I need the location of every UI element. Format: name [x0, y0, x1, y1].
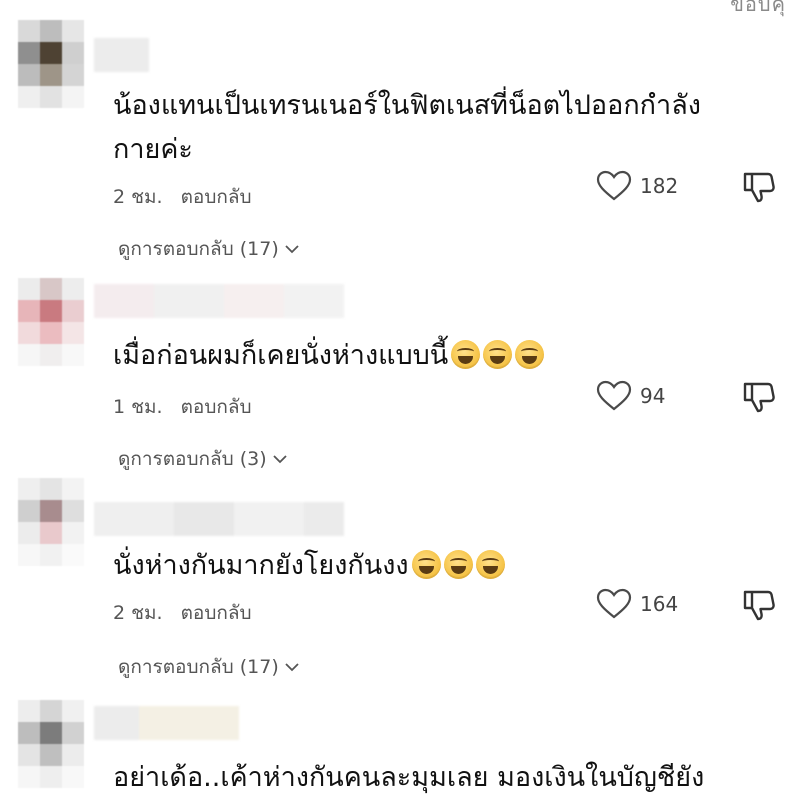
- avatar[interactable]: [18, 478, 84, 566]
- laughing-emoji-icon: [475, 550, 505, 579]
- comment-text: น้องแทนเป็นเทรนเนอร์ในฟิตเนสที่น็อตไปออก…: [113, 90, 701, 165]
- username-blurred[interactable]: [94, 284, 344, 318]
- like-button[interactable]: 164: [596, 588, 678, 620]
- truncated-header-text: ขอบคุ: [730, 0, 786, 16]
- view-replies-button[interactable]: ดูการตอบกลับ (3): [118, 444, 287, 474]
- comment-meta: 2 ชม. ตอบกลับ: [113, 598, 252, 628]
- reply-button[interactable]: ตอบกลับ: [181, 392, 252, 422]
- dislike-icon[interactable]: [742, 588, 776, 622]
- avatar[interactable]: [18, 20, 84, 108]
- timestamp: 1 ชม.: [113, 396, 163, 418]
- laughing-emoji-icon: [483, 340, 513, 369]
- comment-meta: 2 ชม. ตอบกลับ: [113, 182, 252, 212]
- comment-meta: 1 ชม. ตอบกลับ: [113, 392, 252, 422]
- heart-icon: [596, 588, 632, 619]
- comment-text: อย่าเด้อ..เค้าห่างกันคนละมุมเลย มองเงินใ…: [113, 762, 705, 793]
- like-count: 182: [640, 174, 679, 198]
- dislike-icon[interactable]: [742, 170, 776, 204]
- dislike-icon[interactable]: [742, 380, 776, 414]
- comment-text: เมื่อก่อนผมก็เคยนั่งห่างแบบนี้: [113, 334, 783, 378]
- avatar[interactable]: [18, 700, 84, 788]
- comment-text: นั่งห่างกันมากยังโยงกันงง: [113, 544, 783, 588]
- view-replies-button[interactable]: ดูการตอบกลับ (17): [118, 652, 299, 682]
- view-replies-button[interactable]: ดูการตอบกลับ (17): [118, 234, 299, 264]
- timestamp: 2 ชม.: [113, 186, 163, 208]
- heart-icon: [596, 170, 632, 201]
- username-blurred[interactable]: [94, 706, 239, 740]
- username-blurred[interactable]: [94, 502, 344, 536]
- like-count: 164: [640, 592, 679, 616]
- laughing-emoji-icon: [411, 550, 441, 579]
- avatar[interactable]: [18, 278, 84, 366]
- heart-icon: [596, 380, 632, 411]
- timestamp: 2 ชม.: [113, 602, 163, 624]
- chevron-down-icon: [285, 245, 299, 254]
- like-button[interactable]: 182: [596, 170, 678, 202]
- chevron-down-icon: [273, 455, 287, 464]
- chevron-down-icon: [285, 663, 299, 672]
- laughing-emoji-icon: [515, 340, 545, 369]
- like-button[interactable]: 94: [596, 380, 665, 412]
- reply-button[interactable]: ตอบกลับ: [181, 598, 252, 628]
- like-count: 94: [640, 384, 666, 408]
- laughing-emoji-icon: [451, 340, 481, 369]
- username-blurred[interactable]: [94, 38, 149, 72]
- reply-button[interactable]: ตอบกลับ: [181, 182, 252, 212]
- laughing-emoji-icon: [443, 550, 473, 579]
